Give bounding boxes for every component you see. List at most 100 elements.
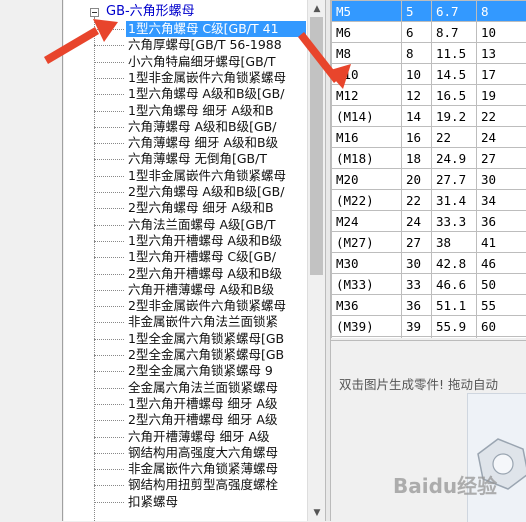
table-cell[interactable]: 6 — [402, 22, 432, 43]
tree-item[interactable]: 钢结构用扭剪型高强度螺栓 — [128, 477, 278, 493]
tree-item[interactable]: 六角厚螺母[GB/T 56-1988 — [128, 37, 282, 53]
table-cell[interactable]: 10 — [477, 22, 526, 43]
tree-item[interactable]: 1型六角开槽螺母 C级[GB/ — [128, 249, 276, 265]
table-cell[interactable]: (M22) — [332, 190, 402, 211]
tree-item[interactable]: 2型全金属六角锁紧螺母[GB — [128, 347, 284, 363]
table-row[interactable]: (M18)1824.927 — [332, 148, 526, 169]
table-row[interactable]: M121216.519 — [332, 85, 526, 106]
table-cell[interactable]: 27 — [402, 232, 432, 253]
table-cell[interactable]: 8.7 — [432, 22, 477, 43]
table-cell[interactable]: 22 — [477, 106, 526, 127]
table-cell[interactable]: 30 — [402, 253, 432, 274]
table-cell[interactable]: 31.4 — [432, 190, 477, 211]
table-cell[interactable]: 8 — [477, 1, 526, 22]
tree-item[interactable]: 1型六角螺母 细牙 A级和B — [128, 103, 274, 119]
table-row[interactable]: M363651.155 — [332, 295, 526, 316]
table-cell[interactable]: 60 — [432, 337, 477, 339]
tree-item[interactable]: 小六角特扁细牙螺母[GB/T — [128, 54, 276, 70]
tree-item[interactable]: 钢结构用高强度大六角螺母 — [128, 445, 278, 461]
standard-parts-tree[interactable]: GB-六角形螺母 1型六角螺母 C级[GB/T 41六角厚螺母[GB/T 56-… — [64, 0, 308, 521]
table-row[interactable]: M202027.730 — [332, 169, 526, 190]
table-row[interactable]: M242433.336 — [332, 211, 526, 232]
spec-table[interactable]: M556.78M668.710M8811.513M101014.517M1212… — [331, 0, 526, 338]
table-row[interactable]: M16162224 — [332, 127, 526, 148]
table-cell[interactable]: 20 — [402, 169, 432, 190]
tree-item[interactable]: 六角开槽薄螺母 A级和B级 — [128, 282, 274, 298]
tree-item[interactable]: 六角开槽薄螺母 细牙 A级 — [128, 429, 270, 445]
tree-item[interactable]: 1型非金属嵌件六角锁紧螺母 — [128, 70, 286, 86]
table-cell[interactable]: 12 — [402, 85, 432, 106]
table-cell[interactable]: 24 — [402, 211, 432, 232]
table-cell[interactable]: 50 — [477, 274, 526, 295]
tree-item-selected[interactable]: 1型六角螺母 C级[GB/T 41 — [126, 21, 306, 37]
table-cell[interactable]: M12 — [332, 85, 402, 106]
table-cell[interactable]: 34 — [477, 190, 526, 211]
table-cell[interactable]: (M18) — [332, 148, 402, 169]
table-cell[interactable]: M16 — [332, 127, 402, 148]
table-cell[interactable]: M42 — [332, 337, 402, 339]
scroll-up-icon[interactable]: ▲ — [308, 0, 326, 17]
table-cell[interactable]: 33 — [402, 274, 432, 295]
tree-item[interactable]: 2型非金属嵌件六角锁紧螺母 — [128, 298, 286, 314]
table-cell[interactable]: (M39) — [332, 316, 402, 337]
table-row[interactable]: M42426065 — [332, 337, 526, 339]
tree-item[interactable]: 1型六角螺母 A级和B级[GB/ — [128, 86, 284, 102]
table-cell[interactable]: 42.8 — [432, 253, 477, 274]
table-cell[interactable]: 22 — [432, 127, 477, 148]
tree-item[interactable]: 1型非金属嵌件六角锁紧螺母 — [128, 168, 286, 184]
tree-item[interactable]: 1型六角开槽螺母 细牙 A级 — [128, 396, 277, 412]
tree-item[interactable]: 非金属嵌件六角法兰面锁紧 — [128, 314, 278, 330]
tree-item[interactable]: 六角法兰面螺母 A级[GB/T — [128, 217, 276, 233]
table-cell[interactable]: 18 — [402, 148, 432, 169]
table-cell[interactable]: M10 — [332, 64, 402, 85]
table-cell[interactable]: 6.7 — [432, 1, 477, 22]
table-cell[interactable]: 22 — [402, 190, 432, 211]
table-row[interactable]: M668.710 — [332, 22, 526, 43]
table-cell[interactable]: 13 — [477, 43, 526, 64]
table-cell[interactable]: 46.6 — [432, 274, 477, 295]
table-cell[interactable]: 19.2 — [432, 106, 477, 127]
table-cell[interactable]: 27 — [477, 148, 526, 169]
table-cell[interactable]: 42 — [402, 337, 432, 339]
table-cell[interactable]: 51.1 — [432, 295, 477, 316]
scroll-thumb[interactable] — [310, 17, 323, 275]
scroll-down-icon[interactable]: ▼ — [308, 504, 326, 521]
tree-item[interactable]: 扣紧螺母 — [128, 494, 178, 510]
table-cell[interactable]: 14 — [402, 106, 432, 127]
table-cell[interactable]: (M14) — [332, 106, 402, 127]
table-cell[interactable]: 10 — [402, 64, 432, 85]
table-cell[interactable]: 11.5 — [432, 43, 477, 64]
table-cell[interactable]: 65 — [477, 337, 526, 339]
tree-item[interactable]: 六角薄螺母 细牙 A级和B级 — [128, 135, 278, 151]
table-row[interactable]: M101014.517 — [332, 64, 526, 85]
table-cell[interactable]: 38 — [432, 232, 477, 253]
tree-item[interactable]: 1型全金属六角锁紧螺母[GB — [128, 331, 284, 347]
table-cell[interactable]: M20 — [332, 169, 402, 190]
table-cell[interactable]: 46 — [477, 253, 526, 274]
tree-item[interactable]: 2型六角开槽螺母 A级和B级 — [128, 266, 282, 282]
table-cell[interactable]: 16.5 — [432, 85, 477, 106]
tree-item[interactable]: 六角薄螺母 A级和B级[GB/ — [128, 119, 276, 135]
tree-item[interactable]: 非金属嵌件六角锁紧薄螺母 — [128, 461, 278, 477]
table-cell[interactable]: 55 — [477, 295, 526, 316]
table-cell[interactable]: 36 — [402, 295, 432, 316]
table-cell[interactable]: 36 — [477, 211, 526, 232]
tree-vertical-scrollbar[interactable]: ▲ ▼ — [307, 0, 326, 521]
table-row[interactable]: M303042.846 — [332, 253, 526, 274]
table-cell[interactable]: 16 — [402, 127, 432, 148]
part-preview-image[interactable] — [467, 393, 526, 522]
table-cell[interactable]: M6 — [332, 22, 402, 43]
table-cell[interactable]: 27.7 — [432, 169, 477, 190]
table-cell[interactable]: 55.9 — [432, 316, 477, 337]
tree-collapse-toggle[interactable] — [90, 8, 99, 17]
tree-item[interactable]: 2型六角开槽螺母 细牙 A级 — [128, 412, 277, 428]
table-cell[interactable]: M8 — [332, 43, 402, 64]
table-row[interactable]: (M33)3346.650 — [332, 274, 526, 295]
table-cell[interactable]: M5 — [332, 1, 402, 22]
table-row[interactable]: (M14)1419.222 — [332, 106, 526, 127]
table-cell[interactable]: M30 — [332, 253, 402, 274]
table-cell[interactable]: 14.5 — [432, 64, 477, 85]
tree-root-label[interactable]: GB-六角形螺母 — [106, 3, 195, 20]
table-cell[interactable]: 17 — [477, 64, 526, 85]
table-cell[interactable]: (M33) — [332, 274, 402, 295]
